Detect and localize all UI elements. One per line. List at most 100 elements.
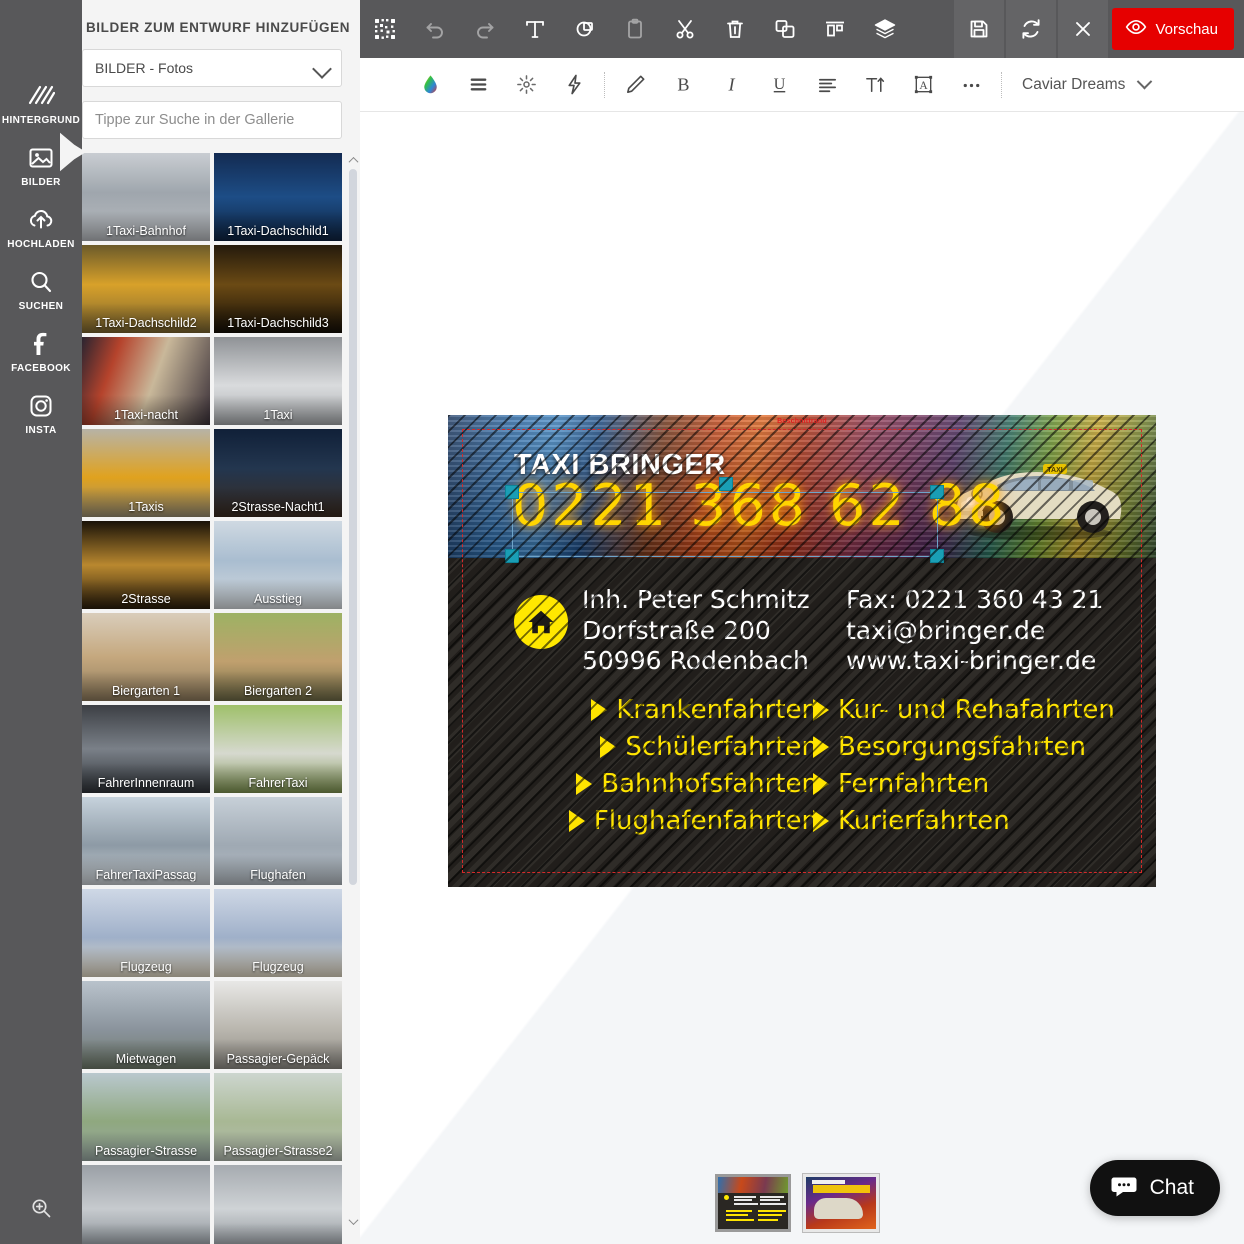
gallery-thumbnail[interactable]: 1Taxi-Bahnhof	[82, 153, 210, 241]
sidebar-item-hochladen[interactable]: HOCHLADEN	[0, 196, 82, 258]
page-thumbnail-2[interactable]	[802, 1173, 880, 1233]
color-drop-icon[interactable]	[406, 58, 454, 112]
contact-column: Fax: 0221 360 43 21 taxi@bringer.de www.…	[846, 585, 1103, 677]
service-item: Kurierfahrten	[813, 808, 1133, 834]
gallery-thumbnail[interactable]: Passagier-Strasse2	[214, 1073, 342, 1161]
service-item-label: Krankenfahrten	[616, 695, 818, 725]
scroll-up-button[interactable]	[346, 153, 360, 167]
refresh-icon[interactable]	[1006, 0, 1057, 58]
effects-lightning-icon[interactable]	[550, 58, 598, 112]
sidebar-item-hintergrund[interactable]: HINTERGRUND	[0, 72, 82, 134]
close-icon[interactable]	[1058, 0, 1109, 58]
align-text-icon[interactable]	[803, 58, 851, 112]
paste-icon[interactable]	[610, 0, 660, 58]
gallery-thumbnail[interactable]: Mietwagen	[82, 981, 210, 1069]
scroll-down-button[interactable]	[346, 1214, 360, 1228]
gallery-thumbnail-caption: 1Taxis	[128, 500, 164, 514]
redo-icon[interactable]	[460, 0, 510, 58]
gallery-thumbnail[interactable]: Flughafen	[214, 797, 342, 885]
undo-icon[interactable]	[410, 0, 460, 58]
save-icon[interactable]	[954, 0, 1005, 58]
font-family-select[interactable]: Caviar Dreams	[1008, 73, 1153, 94]
gallery-thumbnail[interactable]: 1Taxi	[214, 337, 342, 425]
italic-icon[interactable]: I	[707, 58, 755, 112]
font-size-icon[interactable]	[851, 58, 899, 112]
category-select-wrap: BILDER - Fotos	[82, 49, 342, 87]
gallery-thumbnail[interactable]	[214, 1165, 342, 1244]
gallery-thumbnail-shade	[82, 1223, 210, 1244]
gallery-thumbnail[interactable]: 1Taxis	[82, 429, 210, 517]
qr-code-icon[interactable]	[360, 0, 410, 58]
gallery-thumbnail-caption: 1Taxi-Dachschild1	[227, 224, 329, 238]
pen-icon[interactable]	[611, 58, 659, 112]
phone-number-text[interactable]: 0221 368 62 88	[512, 473, 1007, 539]
cut-icon[interactable]	[660, 0, 710, 58]
scrollbar-thumb[interactable]	[349, 169, 357, 885]
selection-handle-top-left[interactable]	[505, 485, 519, 499]
sidebar-item-suchen[interactable]: SUCHEN	[0, 258, 82, 320]
zoom-in-icon[interactable]	[0, 1180, 82, 1236]
gallery-thumbnail[interactable]: 2Strasse	[82, 521, 210, 609]
duplicate-icon[interactable]	[760, 0, 810, 58]
canvas-stage[interactable]: Inh. Peter Schmitz Dorfstraße 200 50996 …	[360, 112, 1244, 1244]
sidebar-item-instagram[interactable]: INSTA	[0, 382, 82, 444]
gallery-thumbnail[interactable]: Biergarten 1	[82, 613, 210, 701]
panel-scrollbar[interactable]	[346, 153, 360, 1228]
selection-handle-bottom-left[interactable]	[505, 549, 519, 563]
sidebar-label-bilder: BILDER	[21, 176, 61, 188]
gallery-thumbnail[interactable]: 1Taxi-nacht	[82, 337, 210, 425]
selection-handle-bottom-right[interactable]	[930, 549, 944, 563]
trash-icon[interactable]	[710, 0, 760, 58]
gallery-thumbnail-caption: Biergarten 1	[111, 684, 181, 698]
gallery-thumbnail[interactable]	[82, 1165, 210, 1244]
svg-text:I: I	[727, 74, 735, 94]
page-thumbnail-2-preview	[806, 1177, 876, 1229]
align-icon[interactable]	[810, 0, 860, 58]
chevron-up-icon	[348, 156, 358, 167]
left-icon-rail: HINTERGRUND BILDER HOCHLADEN SUCHEN FACE…	[0, 0, 82, 1244]
gallery-thumbnail[interactable]: Ausstieg	[214, 521, 342, 609]
gallery-thumbnail-caption: Ausstieg	[254, 592, 302, 606]
design-card[interactable]: Inh. Peter Schmitz Dorfstraße 200 50996 …	[448, 415, 1156, 887]
service-item-label: Kur- und Rehafahrten	[838, 695, 1115, 725]
preview-button[interactable]: Vorschau	[1112, 8, 1234, 50]
address-line-1: Inh. Peter Schmitz	[582, 585, 810, 614]
gallery-thumbnail[interactable]: 2Strasse-Nacht1	[214, 429, 342, 517]
gallery-thumbnail[interactable]: 1Taxi-Dachschild3	[214, 245, 342, 333]
page-thumbnail-1[interactable]	[715, 1174, 791, 1232]
category-select[interactable]: BILDER - Fotos	[82, 49, 342, 87]
text-icon[interactable]	[510, 0, 560, 58]
gallery-thumbnail-caption: Passagier-Gepäck	[226, 1052, 330, 1066]
sidebar-label-hochladen: HOCHLADEN	[7, 238, 75, 250]
gallery-thumbnail[interactable]: Passagier-Gepäck	[214, 981, 342, 1069]
sidebar-item-facebook[interactable]: FACEBOOK	[0, 320, 82, 382]
selection-handle-top-center[interactable]	[719, 477, 733, 491]
bold-icon[interactable]: B	[659, 58, 707, 112]
gallery-thumbnail[interactable]: 1Taxi-Dachschild1	[214, 153, 342, 241]
gallery-thumbnail[interactable]: Flugzeug	[214, 889, 342, 977]
underline-icon[interactable]: U	[755, 58, 803, 112]
gallery-thumbnail[interactable]: FahrerInnenraum	[82, 705, 210, 793]
gallery-thumbnail[interactable]: FahrerTaxiPassag	[82, 797, 210, 885]
more-options-icon[interactable]	[947, 58, 995, 112]
gallery-thumbnail[interactable]: 1Taxi-Dachschild2	[82, 245, 210, 333]
selection-handle-top-right[interactable]	[930, 485, 944, 499]
layers-icon[interactable]	[860, 0, 910, 58]
chat-widget-label: Chat	[1149, 1176, 1194, 1199]
text-box-icon[interactable]: A	[899, 58, 947, 112]
gallery-thumbnail[interactable]: Biergarten 2	[214, 613, 342, 701]
shape-icon[interactable]	[560, 0, 610, 58]
brightness-icon[interactable]	[502, 58, 550, 112]
mini-text-line	[734, 1195, 756, 1198]
gallery-thumbnail[interactable]: Passagier-Strasse	[82, 1073, 210, 1161]
sidebar-label-instagram: INSTA	[25, 424, 57, 436]
gallery-thumbnail[interactable]: Flugzeug	[82, 889, 210, 977]
mini-text-line	[760, 1203, 786, 1205]
service-item: Fernfahrten	[813, 771, 1133, 797]
chat-widget-button[interactable]: Chat	[1089, 1160, 1220, 1216]
lines-icon[interactable]	[454, 58, 502, 112]
gallery-thumbnail[interactable]: FahrerTaxi	[214, 705, 342, 793]
gallery-thumbnail-caption: Passagier-Strasse	[94, 1144, 198, 1158]
search-input[interactable]	[82, 101, 342, 139]
sidebar-label-hintergrund: HINTERGRUND	[1, 114, 81, 126]
